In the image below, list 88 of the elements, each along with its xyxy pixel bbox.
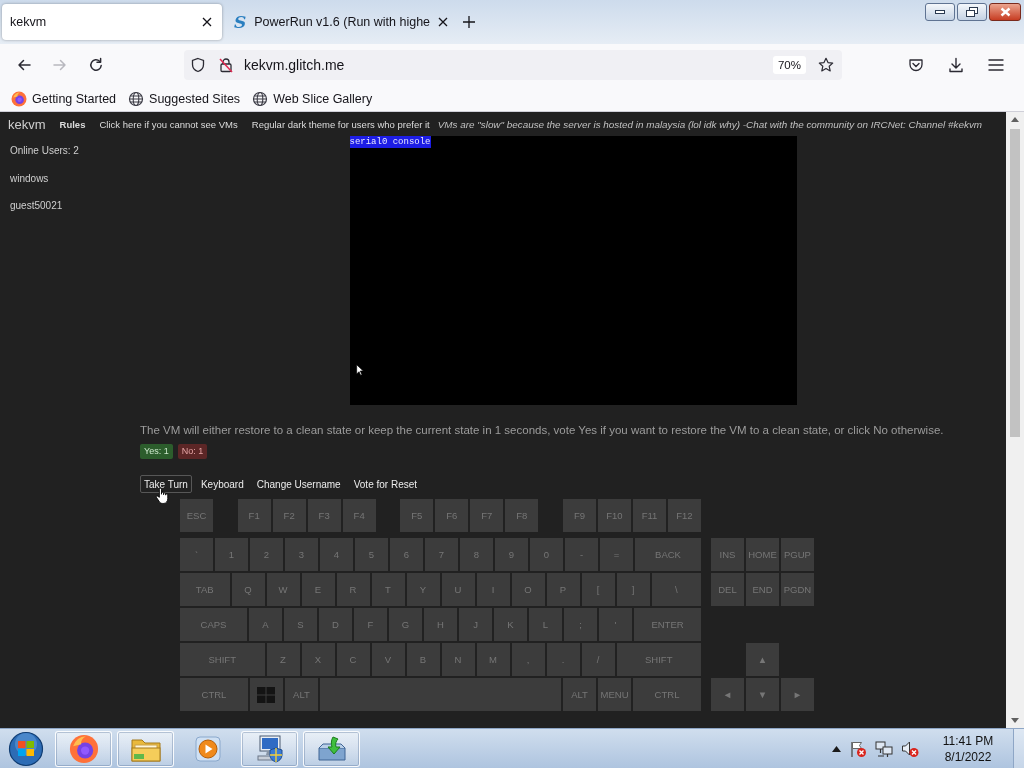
restore-button[interactable] [957, 3, 987, 21]
taskbar-button[interactable] [303, 730, 360, 767]
vote-count[interactable]: No: 1 [177, 444, 208, 459]
url-text: kekvm.glitch.me [244, 57, 346, 73]
scroll-down-icon[interactable] [1011, 718, 1019, 723]
user-name: guest50021 [9, 199, 63, 213]
clock[interactable]: 11:41 PM 8/1/2022 [937, 732, 999, 765]
nav-link[interactable]: Click here if you cannot see VMs [99, 118, 238, 130]
onscreen-key[interactable]: 1 [215, 538, 248, 571]
download-box-icon [315, 733, 348, 764]
nav-link[interactable]: Regular dark theme for users who prefer it [251, 118, 430, 130]
onscreen-key[interactable]: ' [599, 608, 632, 641]
onscreen-key[interactable]: M [476, 643, 510, 676]
onscreen-key[interactable]: \ [651, 573, 701, 606]
insecure-lock-icon [218, 57, 234, 73]
notice-text: VMs are "slow" because the server is hosted in malaysia (lol idk why) -Chat with the community on IRCNet: Channel #kekvm [437, 118, 983, 130]
scroll-up-icon[interactable] [1011, 117, 1019, 122]
windows-logo-icon [257, 686, 276, 703]
close-icon [999, 7, 1011, 17]
bookmark-link[interactable]: Web Slice Gallery [248, 88, 377, 109]
pocket-icon [908, 57, 924, 73]
onscreen-key[interactable]: / [581, 643, 615, 676]
taskbar-button[interactable] [55, 730, 112, 767]
speaker-muted-icon[interactable] [901, 739, 919, 758]
back-arrow-icon [16, 57, 32, 73]
user-name: windows [9, 171, 49, 186]
arrow-key[interactable]: ◄ [711, 678, 744, 711]
action-button[interactable]: Vote for Reset [349, 475, 422, 493]
hand-cursor-icon [155, 486, 169, 506]
arrow-key[interactable]: ► [781, 678, 814, 711]
minimize-button[interactable] [925, 3, 955, 21]
taskbar-button[interactable] [117, 730, 174, 767]
onscreen-key[interactable]: CTRL [633, 678, 701, 711]
star-icon[interactable] [818, 57, 834, 73]
plus-icon[interactable] [463, 16, 475, 28]
play-button-icon [192, 733, 223, 764]
network-icon[interactable] [875, 739, 893, 758]
bookmark-link[interactable]: Suggested Sites [124, 88, 245, 109]
onscreen-key[interactable]: . [546, 643, 580, 676]
windows-orb-icon [8, 730, 44, 767]
taskbar-button[interactable] [241, 730, 298, 767]
vote-message: The VM will either restore to a clean state or keep the current state in 1 seconds, vote Yes if you want to restore the VM to a clean state, or click No otherwise. [140, 423, 945, 437]
scrollbar-thumb[interactable] [1010, 129, 1020, 437]
firefox-logo-icon [68, 733, 99, 764]
flag-warning-icon[interactable] [849, 739, 867, 758]
onscreen-key[interactable]: [ [581, 573, 615, 606]
bookmark-link[interactable]: Getting Started [7, 88, 121, 109]
menu-icon [988, 58, 1004, 72]
reload-icon [88, 57, 104, 73]
close-window-button[interactable] [989, 3, 1021, 21]
browser-tab[interactable]: kekvm [2, 4, 222, 40]
onscreen-key[interactable]: ] [616, 573, 650, 606]
nav-link[interactable]: Rules [59, 118, 86, 130]
onscreen-key[interactable]: - [565, 538, 598, 571]
onscreen-key[interactable]: PGDN [781, 573, 814, 606]
show-hidden-icons-icon[interactable] [832, 745, 841, 752]
site-title[interactable]: kekvm [8, 116, 46, 132]
globe-icon [128, 90, 145, 107]
online-users-count: Online Users: 2 [9, 144, 79, 158]
action-button[interactable]: Keyboard [196, 475, 248, 493]
cursor-icon [355, 364, 364, 376]
onscreen-key[interactable]: INS [711, 538, 744, 571]
onscreen-key[interactable]: = [600, 538, 633, 571]
browser-tab[interactable]: S PowerRun v1.6 (Run with highe [226, 4, 457, 40]
close-icon[interactable] [202, 17, 212, 27]
onscreen-key[interactable]: ENTER [634, 608, 701, 641]
vote-count[interactable]: Yes: 1 [140, 444, 173, 459]
arrow-key[interactable]: ▲ [746, 643, 779, 676]
site-logo: S [234, 13, 247, 31]
action-button[interactable]: Change Username [252, 475, 345, 493]
restore-icon [966, 7, 978, 17]
close-icon[interactable] [438, 17, 449, 27]
onscreen-key[interactable]: CTRL [180, 678, 248, 711]
zoom-level-button[interactable]: 70% [772, 56, 806, 74]
onscreen-key[interactable]: ; [564, 608, 597, 641]
shield-icon [190, 57, 206, 73]
address-bar[interactable]: kekvm.glitch.me 70% [184, 50, 842, 80]
console-title: serial0 console [349, 136, 431, 148]
arrow-key[interactable]: ▼ [746, 678, 779, 711]
scrollbar[interactable] [1006, 112, 1024, 728]
firefox-logo-icon [11, 90, 27, 107]
forward-arrow-icon [52, 57, 68, 73]
onscreen-key[interactable]: ` [180, 538, 213, 571]
minimize-icon [935, 10, 945, 14]
download-icon [948, 57, 964, 73]
vm-screen[interactable]: serial0 console [349, 136, 797, 405]
onscreen-key[interactable]: , [511, 643, 545, 676]
globe-icon [252, 90, 269, 107]
